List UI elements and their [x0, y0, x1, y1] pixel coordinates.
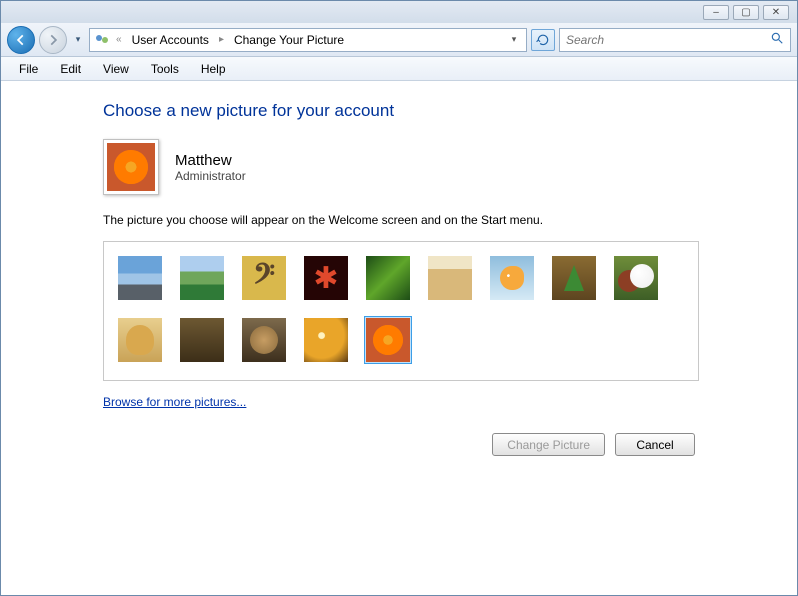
close-icon: ✕: [772, 7, 780, 18]
minimize-icon: –: [713, 7, 719, 18]
flower-icon: [366, 318, 410, 362]
nav-bar: ▾ « User Accounts ▸ Change Your Picture …: [1, 23, 797, 57]
avatar-option-fish[interactable]: [488, 254, 536, 302]
menu-help[interactable]: Help: [191, 60, 236, 78]
current-user-picture: [103, 139, 159, 195]
address-dropdown[interactable]: ▾: [506, 34, 522, 45]
title-bar: – ▢ ✕: [1, 1, 797, 23]
address-bar[interactable]: « User Accounts ▸ Change Your Picture ▾: [89, 28, 527, 52]
picture-grid-container: 𝄢✱: [103, 241, 699, 381]
avatar-option-pine[interactable]: [550, 254, 598, 302]
close-button[interactable]: ✕: [763, 5, 789, 20]
menu-file[interactable]: File: [9, 60, 48, 78]
search-icon[interactable]: [770, 31, 784, 48]
refresh-icon: [536, 33, 550, 47]
cancel-button[interactable]: Cancel: [615, 433, 695, 456]
menu-edit[interactable]: Edit: [50, 60, 91, 78]
avatar-option-sparkle[interactable]: [302, 316, 350, 364]
avatar-option-cat[interactable]: [240, 316, 288, 364]
content-area: Choose a new picture for your account Ma…: [1, 81, 797, 595]
avatar-option-rock[interactable]: [116, 254, 164, 302]
chess-icon: [180, 318, 224, 362]
button-row: Change Picture Cancel: [103, 433, 699, 456]
breadcrumb-level-1[interactable]: User Accounts: [128, 33, 213, 47]
search-input[interactable]: [566, 33, 770, 47]
browse-more-link[interactable]: Browse for more pictures...: [103, 395, 246, 409]
breadcrumb-level-2[interactable]: Change Your Picture: [230, 33, 348, 47]
leaf-icon: [366, 256, 410, 300]
chevron-right-icon: «: [114, 34, 124, 45]
current-user-row: Matthew Administrator: [103, 139, 699, 195]
window: – ▢ ✕ ▾ « User Accounts ▸ Change Your Pi…: [0, 0, 798, 596]
nav-history-dropdown[interactable]: ▾: [71, 30, 85, 50]
arrow-right-icon: [46, 33, 60, 47]
back-button[interactable]: [7, 26, 35, 54]
avatar-option-flower[interactable]: [364, 316, 412, 364]
user-name: Matthew: [175, 152, 246, 169]
balls-icon: [614, 256, 658, 300]
avatar-option-clef[interactable]: 𝄢: [240, 254, 288, 302]
avatar-option-leaf[interactable]: [364, 254, 412, 302]
sparkle-icon: [304, 318, 348, 362]
avatar-option-robot[interactable]: [426, 254, 474, 302]
avatar-option-golf[interactable]: [178, 254, 226, 302]
dog-icon: [118, 318, 162, 362]
description-text: The picture you choose will appear on th…: [103, 213, 699, 227]
avatar-option-chess[interactable]: [178, 316, 226, 364]
clef-icon: 𝄢: [242, 256, 286, 300]
robot-icon: [428, 256, 472, 300]
search-box[interactable]: [559, 28, 791, 52]
rock-icon: [118, 256, 162, 300]
avatar-option-dog[interactable]: [116, 316, 164, 364]
star-icon: ✱: [304, 256, 348, 300]
avatar-option-balls[interactable]: [612, 254, 660, 302]
menu-tools[interactable]: Tools: [141, 60, 189, 78]
picture-grid: 𝄢✱: [116, 254, 686, 364]
fish-icon: [490, 256, 534, 300]
refresh-button[interactable]: [531, 29, 555, 51]
forward-button[interactable]: [39, 26, 67, 54]
avatar-option-star[interactable]: ✱: [302, 254, 350, 302]
golf-icon: [180, 256, 224, 300]
minimize-button[interactable]: –: [703, 5, 729, 20]
page-title: Choose a new picture for your account: [103, 101, 699, 121]
user-accounts-icon: [94, 32, 110, 48]
maximize-button[interactable]: ▢: [733, 5, 759, 20]
pine-icon: [552, 256, 596, 300]
cat-icon: [242, 318, 286, 362]
user-role: Administrator: [175, 169, 246, 183]
maximize-icon: ▢: [741, 7, 750, 18]
arrow-left-icon: [14, 33, 28, 47]
change-picture-button[interactable]: Change Picture: [492, 433, 605, 456]
menu-bar: File Edit View Tools Help: [1, 57, 797, 81]
menu-view[interactable]: View: [93, 60, 139, 78]
chevron-right-icon: ▸: [217, 34, 226, 45]
